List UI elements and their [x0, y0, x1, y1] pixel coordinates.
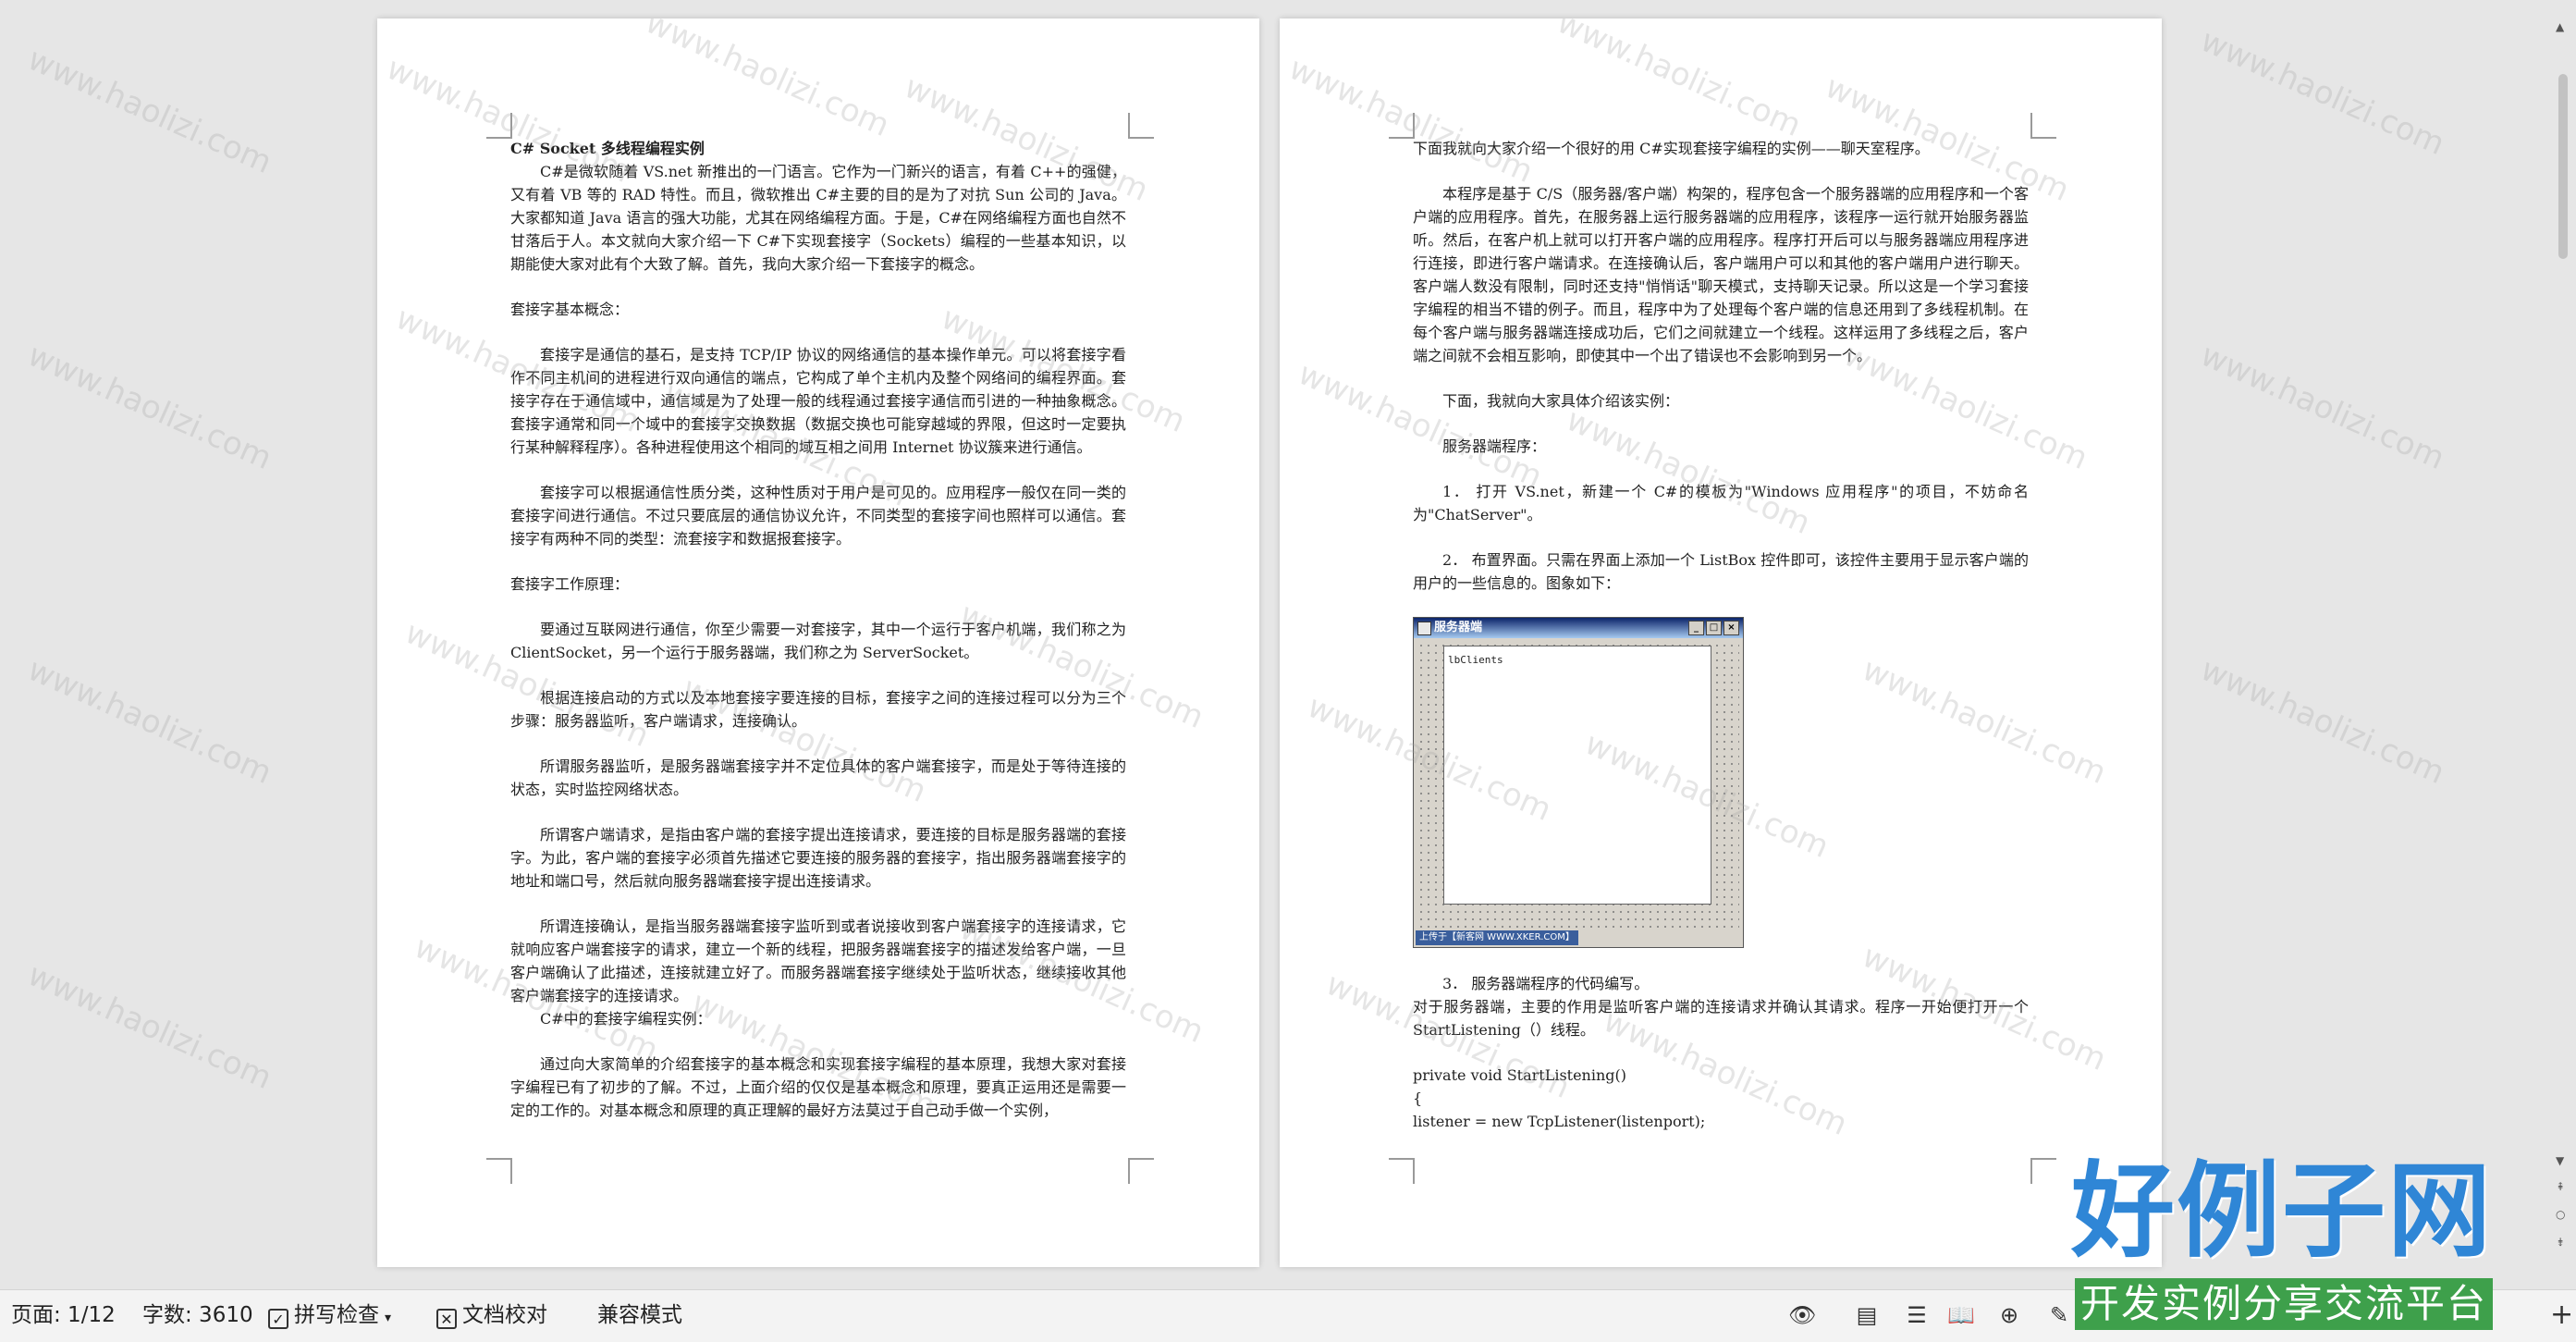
logo-title: 好例子网: [2071, 1151, 2493, 1272]
section-heading: 套接字工作原理：: [510, 575, 630, 593]
paragraph: 套接字是通信的基石，是支持 TCP/IP 协议的网络通信的基本操作单元。可以将套…: [510, 346, 1126, 456]
watermark: www.haolizi.com: [2195, 336, 2450, 478]
page-2-body[interactable]: 下面我就向大家介绍一个很好的用 C#实现套接字编程的实例——聊天室程序。 本程序…: [1413, 137, 2029, 1133]
proofread-icon: ✕: [436, 1309, 457, 1329]
paragraph: 根据连接启动的方式以及本地套接字要连接的目标，套接字之间的连接过程可以分为三个步…: [510, 689, 1126, 730]
paragraph: 对于服务器端，主要的作用是监听客户端的连接请求并确认其请求。程序一开始便打开一个…: [1413, 998, 2029, 1039]
scroll-down-icon[interactable]: ▼: [2556, 1154, 2564, 1167]
step-item: 1． 打开 VS.net，新建一个 C#的模板为"Windows 应用程序"的项…: [1413, 483, 2029, 523]
next-page-icon[interactable]: ⇟: [2556, 1236, 2565, 1249]
watermark: www.haolizi.com: [22, 650, 277, 793]
web-layout-icon[interactable]: ⊕: [1995, 1301, 2023, 1329]
word-count[interactable]: 字数: 3610: [142, 1301, 253, 1329]
figure-footer: 上传于【新客网 WWW.XKER.COM】: [1416, 930, 1578, 945]
document-page-2[interactable]: 下面我就向大家介绍一个很好的用 C#实现套接字编程的实例——聊天室程序。 本程序…: [1280, 18, 2162, 1267]
scrollbar-thumb[interactable]: [2558, 74, 2568, 259]
close-icon: ×: [1723, 621, 1739, 635]
figure-listbox: lbClients: [1443, 646, 1711, 905]
compat-mode-label[interactable]: 兼容模式: [597, 1301, 682, 1329]
proofread-label: 文档校对: [462, 1303, 547, 1327]
margin-mark-top-left: [1389, 113, 1415, 139]
code-line: private void StartListening(): [1413, 1066, 1626, 1084]
paragraph: C#是微软随着 VS.net 新推出的一门语言。它作为一门新兴的语言，有着 C+…: [510, 163, 1126, 273]
minimize-icon: _: [1688, 621, 1704, 635]
watermark: www.haolizi.com: [22, 955, 277, 1098]
server-window-figure: 服务器端 _ □ × lbClients 上传于【新客网 WWW.XKER.CO…: [1413, 617, 1744, 948]
watermark: www.haolizi.com: [1552, 18, 1807, 145]
outline-view-icon[interactable]: ☰: [1903, 1301, 1931, 1329]
watermark: www.haolizi.com: [640, 18, 895, 145]
vertical-scrollbar[interactable]: ▲ ▼ ⇞ ○ ⇟: [2548, 18, 2576, 1272]
paragraph: 所谓客户端请求，是指由客户端的套接字提出连接请求，要连接的目标是服务器端的套接字…: [510, 826, 1126, 890]
spellcheck-label: 拼写检查: [294, 1303, 379, 1327]
paragraph: 要通过互联网进行通信，你至少需要一对套接字，其中一个运行于客户机端，我们称之为 …: [510, 621, 1126, 661]
paragraph: 所谓服务器监听，是服务器端套接字并不定位具体的客户端套接字，而是处于等待连接的状…: [510, 757, 1126, 798]
paragraph: 下面我就向大家介绍一个很好的用 C#实现套接字编程的实例——聊天室程序。: [1413, 140, 1930, 157]
margin-mark-bottom-right: [1128, 1158, 1154, 1184]
maximize-icon: □: [1706, 621, 1722, 635]
logo-subtitle: 开发实例分享交流平台: [2075, 1278, 2493, 1330]
reading-mode-icon[interactable]: 📖: [1947, 1301, 1975, 1329]
step-item: 3． 服务器端程序的代码编写。: [1442, 975, 1650, 992]
scroll-up-icon[interactable]: ▲: [2556, 20, 2564, 33]
figure-window-title: 服务器端: [1434, 621, 1483, 634]
page-indicator[interactable]: 页面: 1/12: [11, 1301, 116, 1329]
watermark: www.haolizi.com: [2195, 21, 2450, 164]
code-line: listener = new TcpListener(listenport);: [1413, 1113, 1706, 1130]
chevron-down-icon: ▾: [385, 1311, 392, 1325]
app-icon: [1417, 622, 1431, 635]
margin-mark-top-right: [1128, 113, 1154, 139]
spellcheck-button[interactable]: ✓ 拼写检查 ▾: [268, 1301, 391, 1332]
section-heading: 服务器端程序：: [1442, 437, 1547, 455]
paragraph: 通过向大家简单的介绍套接字的基本概念和实现套接字编程的基本原理，我想大家对套接字…: [510, 1055, 1126, 1119]
margin-mark-top-left: [486, 113, 512, 139]
zoom-in-button[interactable]: +: [2550, 1301, 2573, 1329]
site-logo: 好例子网 开发实例分享交流平台: [2071, 1156, 2506, 1341]
page-view-icon[interactable]: ▤: [1853, 1301, 1881, 1329]
spellcheck-icon: ✓: [268, 1309, 288, 1329]
watermark: www.haolizi.com: [22, 40, 277, 182]
writing-mode-icon[interactable]: ✎: [2045, 1301, 2073, 1329]
document-page-1[interactable]: C# Socket 多线程编程实例 C#是微软随着 VS.net 新推出的一门语…: [377, 18, 1259, 1267]
margin-mark-bottom-left: [486, 1158, 512, 1184]
section-heading: 套接字基本概念：: [510, 301, 630, 318]
page-1-body[interactable]: C# Socket 多线程编程实例 C#是微软随着 VS.net 新推出的一门语…: [510, 137, 1126, 1144]
paragraph: 套接字可以根据通信性质分类，这种性质对于用户是可见的。应用程序一般仅在同一类的套…: [510, 484, 1126, 548]
margin-mark-top-right: [2030, 113, 2056, 139]
watermark: www.haolizi.com: [2195, 650, 2450, 793]
proofread-button[interactable]: ✕ 文档校对: [436, 1301, 547, 1329]
document-title: C# Socket 多线程编程实例: [510, 140, 705, 157]
watermark: www.haolizi.com: [22, 336, 277, 478]
section-heading: C#中的套接字编程实例：: [540, 1010, 712, 1028]
paragraph: 下面，我就向大家具体介绍该实例：: [1442, 392, 1680, 410]
margin-mark-bottom-right: [2030, 1158, 2056, 1184]
step-item: 2． 布置界面。只需在界面上添加一个 ListBox 控件即可，该控件主要用于显…: [1413, 551, 2029, 592]
figure-title-bar: 服务器端 _ □ ×: [1414, 618, 1743, 638]
margin-mark-bottom-left: [1389, 1158, 1415, 1184]
select-browse-icon[interactable]: ○: [2556, 1208, 2565, 1221]
prev-page-icon[interactable]: ⇞: [2556, 1180, 2565, 1193]
paragraph: 所谓连接确认，是指当服务器端套接字监听到或者说接收到客户端套接字的连接请求，它就…: [510, 917, 1126, 1004]
paragraph: 本程序是基于 C/S（服务器/客户端）构架的，程序包含一个服务器端的应用程序和一…: [1413, 185, 2029, 364]
eye-protection-icon[interactable]: 👁: [1788, 1301, 1816, 1329]
code-line: {: [1413, 1090, 1423, 1107]
